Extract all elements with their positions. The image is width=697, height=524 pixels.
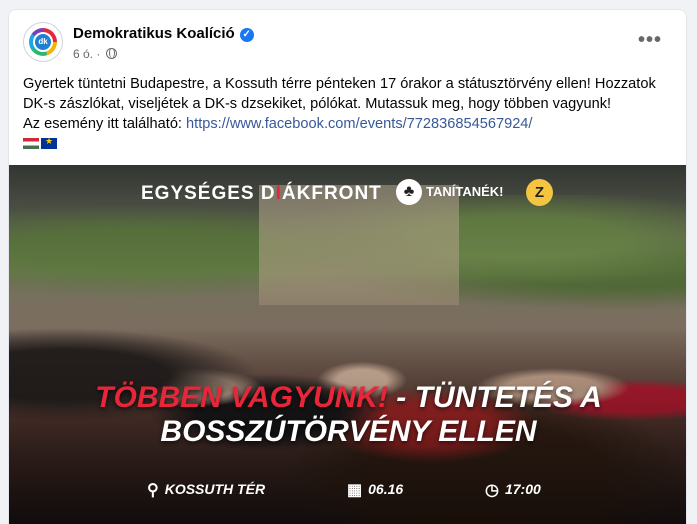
page-name[interactable]: Demokratikus Koalíció bbox=[73, 25, 235, 42]
post-image[interactable]: EGYSÉGES DIÁKFRONT ♣ TANÍTANÉK! Z TÖBBEN… bbox=[9, 165, 686, 524]
event-info-bar: ⚲ KOSSUTH TÉR ▦ 06.16 ◷ 17:00 bbox=[9, 470, 686, 510]
meta-separator: · bbox=[96, 47, 101, 61]
map-pin-icon: ⚲ bbox=[147, 482, 159, 499]
timestamp[interactable]: 6 ó. bbox=[73, 47, 93, 61]
post-header: dk Demokratikus Koalíció ✓ 6 ó. · ••• bbox=[23, 22, 672, 64]
hungarian-flag-icon bbox=[23, 138, 39, 149]
tree-icon: ♣ bbox=[396, 179, 422, 205]
time-info: ◷ 17:00 bbox=[485, 481, 541, 499]
post-card: dk Demokratikus Koalíció ✓ 6 ó. · ••• Gye… bbox=[8, 9, 687, 524]
location-info: ⚲ KOSSUTH TÉR bbox=[147, 481, 266, 499]
more-options-icon: ••• bbox=[637, 29, 662, 51]
date-info: ▦ 06.16 bbox=[347, 481, 404, 499]
headline-rest: - TÜNTETÉS A bbox=[387, 381, 602, 414]
eu-flag-icon bbox=[41, 136, 57, 149]
avatar[interactable]: dk bbox=[23, 22, 63, 62]
post-text: Gyertek tüntetni Budapestre, a Kossuth t… bbox=[23, 74, 673, 134]
post-text-link-prefix: Az esemény itt található: bbox=[23, 116, 187, 132]
post-text-body: Gyertek tüntetni Budapestre, a Kossuth t… bbox=[23, 76, 656, 112]
image-headline: TÖBBEN VAGYUNK! - TÜNTETÉS A BOSSZÚTÖRVÉ… bbox=[9, 381, 686, 449]
headline-red: TÖBBEN VAGYUNK! bbox=[95, 381, 388, 414]
brand-egyseges-diakfront: EGYSÉGES DIÁKFRONT bbox=[141, 183, 382, 204]
headline-line2: BOSSZÚTÖRVÉNY ELLEN bbox=[160, 415, 537, 448]
calendar-icon: ▦ bbox=[347, 482, 363, 499]
globe-icon bbox=[105, 48, 117, 59]
clock-icon: ◷ bbox=[485, 482, 499, 499]
post-meta: 6 ó. · bbox=[73, 47, 117, 61]
event-link[interactable]: https://www.facebook.com/events/77283685… bbox=[186, 116, 532, 132]
partner-logo-icon: Z bbox=[526, 179, 553, 206]
dk-logo-text: dk bbox=[35, 34, 51, 50]
page-name-link[interactable]: Demokratikus Koalíció ✓ bbox=[73, 25, 254, 42]
more-options-button[interactable]: ••• bbox=[636, 30, 664, 58]
verified-badge-icon: ✓ bbox=[239, 28, 254, 42]
flag-emojis bbox=[23, 136, 59, 152]
